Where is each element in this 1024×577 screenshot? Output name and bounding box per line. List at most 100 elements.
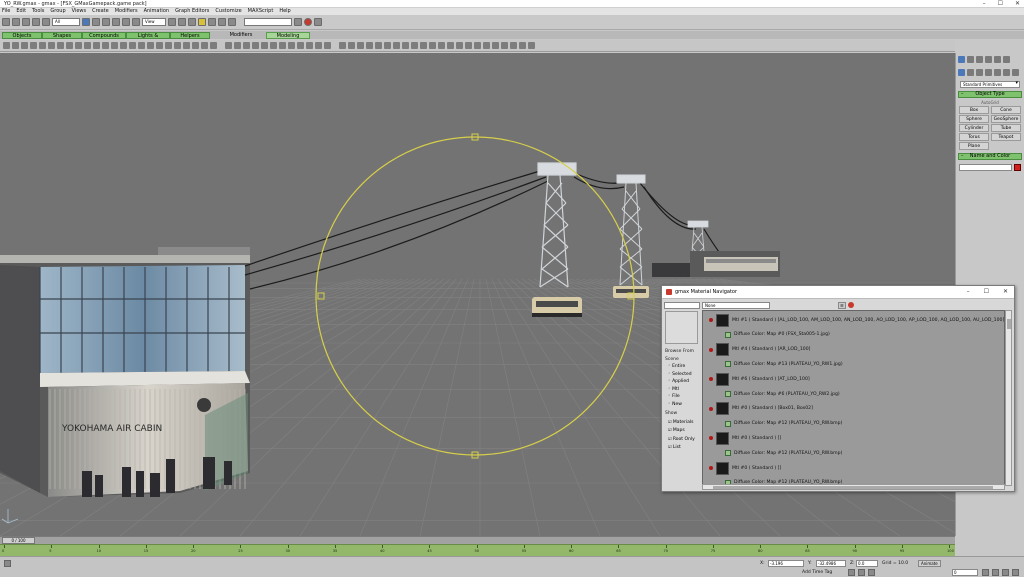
tab-modeling[interactable]: Modeling (266, 32, 310, 39)
tool-icon[interactable] (288, 42, 295, 49)
tool-icon[interactable] (270, 42, 277, 49)
tool-icon[interactable] (21, 42, 28, 49)
tool-icon[interactable] (384, 42, 391, 49)
snap-icon[interactable] (198, 18, 206, 26)
tool-icon[interactable] (339, 42, 346, 49)
tool-icon[interactable] (147, 42, 154, 49)
tool-icon[interactable] (357, 42, 364, 49)
tool-icon[interactable] (429, 42, 436, 49)
maximize-icon[interactable]: ☐ (984, 288, 989, 295)
menu-item[interactable]: Graph Editors (175, 8, 209, 15)
close-icon[interactable]: ✕ (1003, 288, 1008, 295)
browse-entire-radio[interactable]: Entire (665, 363, 699, 371)
tool-icon[interactable] (192, 42, 199, 49)
tool-icon[interactable] (279, 42, 286, 49)
tool-icon[interactable] (93, 42, 100, 49)
render-icon[interactable] (304, 18, 312, 26)
browse-file-radio[interactable]: File (665, 393, 699, 401)
reference-coordinate-select[interactable]: View (142, 18, 166, 26)
tool-icon[interactable] (156, 42, 163, 49)
tool-icon[interactable] (375, 42, 382, 49)
select-icon[interactable] (82, 18, 90, 26)
tool-icon[interactable] (483, 42, 490, 49)
object-type-rollout[interactable]: – Object Type (958, 91, 1022, 98)
tab-shapes[interactable]: Shapes (42, 32, 82, 39)
tool-icon[interactable] (120, 42, 127, 49)
tool-icon[interactable] (402, 42, 409, 49)
material-entry[interactable]: Mtl #0 ( Standard ) [] (709, 431, 781, 445)
tool-icon[interactable] (501, 42, 508, 49)
tool-icon[interactable] (252, 42, 259, 49)
material-list-vertical-scrollbar[interactable] (1005, 310, 1012, 486)
display-tab-icon[interactable] (994, 56, 1001, 63)
primitive-geosphere-button[interactable]: GeoSphere (991, 115, 1021, 123)
show-materials-checkbox[interactable]: Materials (665, 418, 699, 427)
add-time-tag-label[interactable]: Add Time Tag (802, 570, 832, 575)
tool-icon[interactable] (48, 42, 55, 49)
map-entry[interactable]: Diffuse Color: Map #12 (PLATEAU_YO_RW.bm… (725, 417, 842, 431)
create-tab-icon[interactable] (958, 56, 965, 63)
primitive-torus-button[interactable]: Torus (959, 133, 989, 141)
region-icon[interactable] (102, 18, 110, 26)
material-name-field[interactable]: None (702, 301, 770, 309)
maximize-icon[interactable]: ☐ (998, 0, 1003, 8)
material-entry[interactable]: Mtl #6 ( Standard ) [AT_LOD_100] (709, 372, 810, 386)
tool-icon[interactable] (519, 42, 526, 49)
primitive-cylinder-button[interactable]: Cylinder (959, 124, 989, 132)
menu-item[interactable]: Group (50, 8, 65, 15)
tab-compounds[interactable]: Compounds (82, 32, 126, 39)
menu-item[interactable]: Tools (32, 8, 44, 15)
tool-icon[interactable] (306, 42, 313, 49)
show-maps-checkbox[interactable]: Maps (665, 426, 699, 435)
tool-icon[interactable] (210, 42, 217, 49)
menu-item[interactable]: MAXScript (248, 8, 274, 15)
tool-icon[interactable] (324, 42, 331, 49)
tool-icon[interactable] (492, 42, 499, 49)
move-icon[interactable] (112, 18, 120, 26)
rotate-icon[interactable] (122, 18, 130, 26)
delete-material-icon[interactable] (847, 302, 854, 308)
object-name-input[interactable] (959, 164, 1012, 171)
minimize-icon[interactable]: – (967, 288, 970, 295)
systems-icon[interactable] (1012, 69, 1019, 76)
quick-render-icon[interactable] (314, 18, 322, 26)
tool-icon[interactable] (261, 42, 268, 49)
close-icon[interactable]: ✕ (1015, 0, 1020, 8)
tool-icon[interactable] (201, 42, 208, 49)
pan-icon[interactable] (992, 569, 999, 576)
utilities-tab-icon[interactable] (1003, 56, 1010, 63)
tool-icon[interactable] (528, 42, 535, 49)
tool-icon[interactable] (183, 42, 190, 49)
show-list-checkbox[interactable]: List (665, 443, 699, 452)
lights-icon[interactable] (976, 69, 983, 76)
material-list-horizontal-scrollbar[interactable] (702, 484, 1005, 490)
modify-tab-icon[interactable] (967, 56, 974, 63)
scale-icon[interactable] (132, 18, 140, 26)
primitive-teapot-button[interactable]: Teapot (991, 133, 1021, 141)
minimize-icon[interactable]: – (983, 0, 986, 8)
show-root-only-checkbox[interactable]: Root Only (665, 435, 699, 444)
material-entry[interactable]: Mtl #4 ( Standard ) [AR_LOD_100] (709, 343, 810, 357)
hierarchy-tab-icon[interactable] (976, 56, 983, 63)
track-bar[interactable]: 0 5 10 15 20 25 30 35 40 45 50 55 60 65 70 75 80 85 90 95 10… (0, 544, 955, 556)
tool-icon[interactable] (243, 42, 250, 49)
tab-modifiers[interactable]: Modifiers (216, 32, 266, 39)
tool-icon[interactable] (165, 42, 172, 49)
tool-icon[interactable] (57, 42, 64, 49)
maxscript-listener-icon[interactable] (4, 560, 11, 567)
spinner-snap-icon[interactable] (228, 18, 236, 26)
menu-item[interactable]: Customize (215, 8, 241, 15)
tool-icon[interactable] (129, 42, 136, 49)
tool-icon[interactable] (225, 42, 232, 49)
material-editor-icon[interactable] (294, 18, 302, 26)
view-list-button[interactable]: ☰ (838, 301, 846, 309)
tool-icon[interactable] (297, 42, 304, 49)
z-coordinate-field[interactable]: 0.0 (856, 560, 878, 567)
tool-icon[interactable] (366, 42, 373, 49)
tool-icon[interactable] (315, 42, 322, 49)
pivot-icon[interactable] (168, 18, 176, 26)
space-warps-icon[interactable] (1003, 69, 1010, 76)
menu-item[interactable]: Modifiers (115, 8, 138, 15)
cameras-icon[interactable] (985, 69, 992, 76)
tool-icon[interactable] (456, 42, 463, 49)
